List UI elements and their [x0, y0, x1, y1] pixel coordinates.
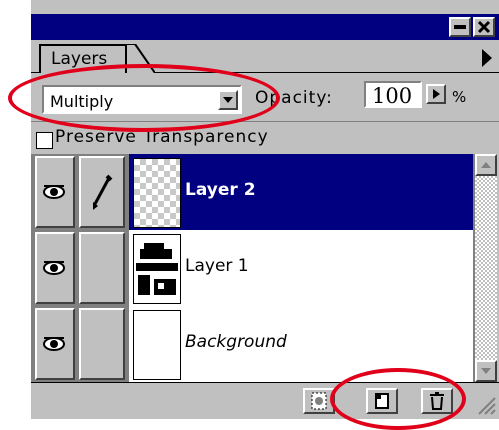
close-icon [477, 20, 491, 34]
eye-icon [43, 185, 65, 199]
chevron-down-icon [481, 368, 491, 374]
layer-name: Layer 1 [185, 256, 249, 276]
resize-grip[interactable] [475, 390, 497, 416]
layer-name: Background [185, 332, 287, 352]
eye-icon [43, 337, 65, 351]
chevron-right-icon [433, 89, 440, 99]
chevron-up-icon [481, 162, 491, 168]
visibility-toggle[interactable] [35, 232, 75, 304]
layer-link-toggle[interactable] [79, 156, 125, 228]
opacity-unit: % [452, 88, 467, 106]
layer-row-layer-2[interactable]: Layer 2 [33, 154, 473, 230]
opacity-slider-button[interactable] [426, 84, 446, 104]
layers-scrollbar[interactable] [475, 154, 497, 386]
palette-title-bar[interactable] [31, 14, 499, 40]
brush-icon [93, 174, 113, 210]
visibility-toggle[interactable] [35, 308, 75, 380]
scroll-down-button[interactable] [475, 360, 497, 382]
layer-thumbnail [133, 158, 181, 228]
annotation-ellipse [8, 64, 280, 132]
opacity-input[interactable]: 100 [364, 81, 422, 108]
layer-name: Layer 2 [185, 180, 256, 200]
eye-icon [43, 261, 65, 275]
layer-thumbnail [133, 234, 181, 304]
layer-row-layer-1[interactable]: Layer 1 [33, 230, 473, 306]
panel-menu-arrow-icon [482, 49, 492, 67]
layer-main-cell[interactable]: Layer 2 [129, 154, 473, 230]
mask-icon [311, 392, 327, 410]
scroll-up-button[interactable] [475, 154, 497, 176]
layer-link-toggle[interactable] [79, 308, 125, 380]
layer-thumbnail [133, 310, 181, 380]
visibility-toggle[interactable] [35, 156, 75, 228]
minimize-button[interactable] [449, 17, 471, 37]
close-button[interactable] [473, 17, 495, 37]
layer-link-toggle[interactable] [79, 232, 125, 304]
layer-main-cell[interactable]: Layer 1 [129, 230, 473, 306]
minimize-icon [454, 25, 466, 29]
annotation-ellipse [330, 368, 466, 430]
palette-menu-button[interactable] [477, 46, 497, 70]
layers-list: Layer 2 Layer 1 Background [31, 154, 475, 382]
layers-palette: Layers Multiply Opacity: 100 % Preserve … [31, 0, 499, 419]
preserve-transparency-checkbox[interactable] [36, 132, 53, 149]
